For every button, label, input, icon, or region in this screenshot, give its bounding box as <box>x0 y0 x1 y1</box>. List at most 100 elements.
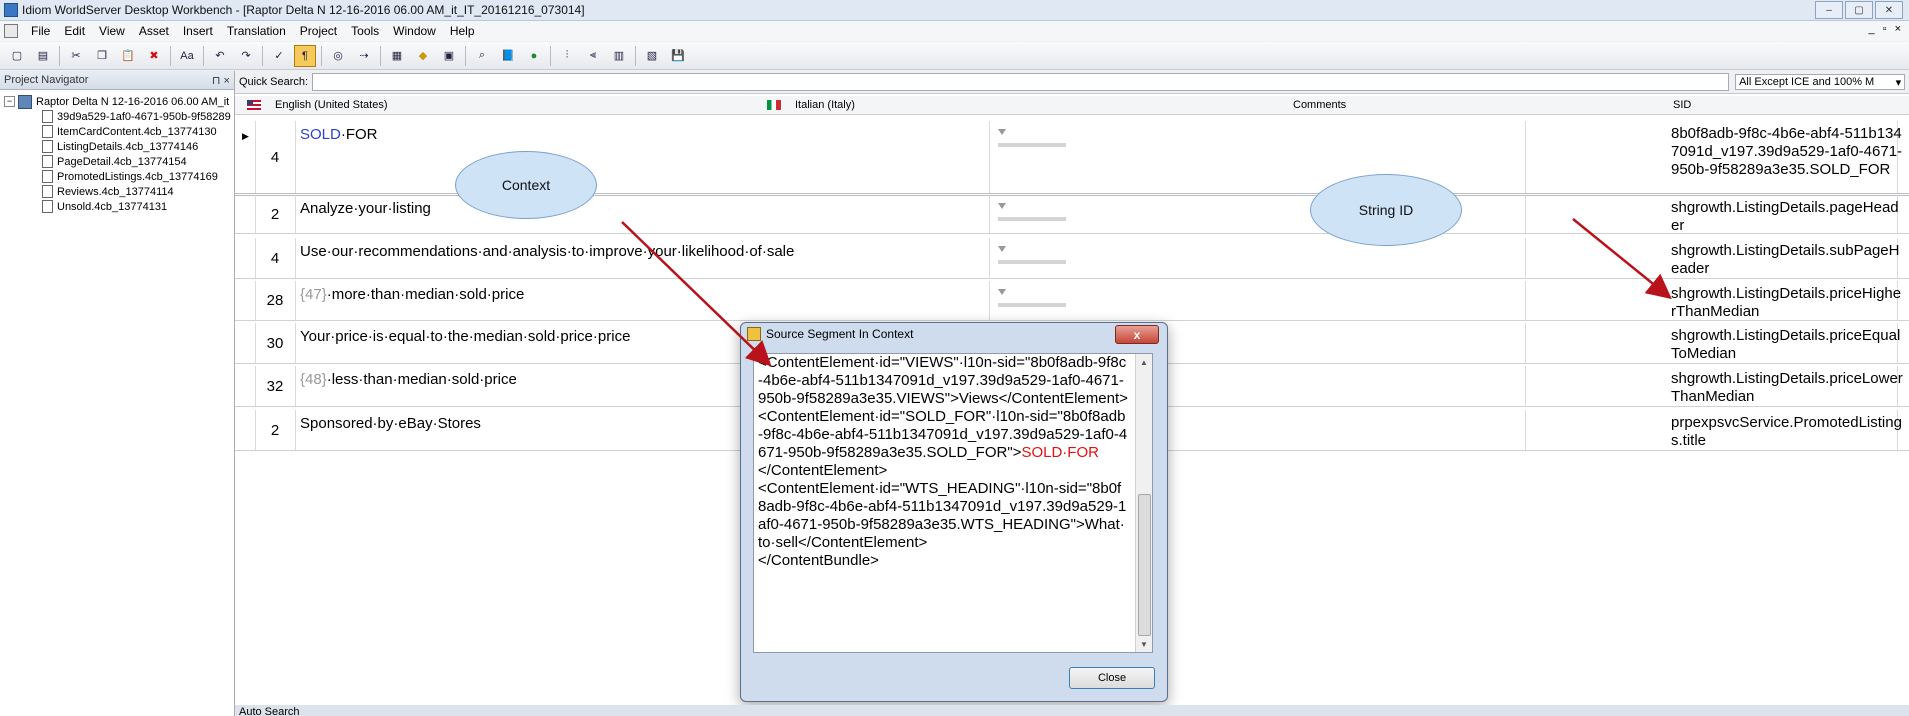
redo-icon[interactable]: ↷ <box>235 45 257 67</box>
export-icon[interactable]: ▥ <box>608 45 630 67</box>
dialog-close-x-button[interactable]: x <box>1115 325 1159 344</box>
file-icon <box>42 110 53 123</box>
new-icon[interactable]: ▢ <box>6 45 28 67</box>
import-icon[interactable]: ▧ <box>641 45 663 67</box>
quick-search-input[interactable] <box>312 73 1730 91</box>
column-sid[interactable]: SID <box>1673 96 1691 114</box>
mdi-close-button[interactable]: × <box>1895 23 1901 35</box>
table-row[interactable]: 28 {47}·more·than·median·sold·price <box>235 281 1909 321</box>
delete-icon[interactable]: ✖ <box>143 45 165 67</box>
lookup-icon[interactable]: ⌕ <box>471 45 493 67</box>
tree-root-node[interactable]: − Raptor Delta N 12-16-2016 06.00 AM_it <box>4 94 234 109</box>
column-target[interactable]: Italian (Italy) <box>767 96 855 114</box>
copy-icon[interactable]: ❐ <box>91 45 113 67</box>
menu-help[interactable]: Help <box>443 24 482 38</box>
word-count-cell: 32 <box>255 366 296 406</box>
document-icon <box>4 24 18 38</box>
split-icon[interactable]: ⫷ <box>582 45 604 67</box>
menu-insert[interactable]: Insert <box>176 24 220 38</box>
row-pointer[interactable] <box>235 238 256 278</box>
row-pointer[interactable] <box>235 195 256 233</box>
tm-icon[interactable]: ▣ <box>438 45 460 67</box>
pilcrow-icon[interactable]: ¶ <box>294 44 316 67</box>
source-cell[interactable]: {47}·more·than·median·sold·price <box>295 281 990 320</box>
target-cell[interactable] <box>990 238 1526 278</box>
menu-edit[interactable]: Edit <box>57 24 92 38</box>
menu-view[interactable]: View <box>92 24 132 38</box>
row-pointer[interactable] <box>235 323 256 363</box>
view-icon[interactable]: ◎ <box>327 45 349 67</box>
row-pointer[interactable]: ▶ <box>235 121 256 193</box>
cut-icon[interactable]: ✂ <box>65 45 87 67</box>
tree-file-item[interactable]: ListingDetails.4cb_13774146 <box>4 139 234 154</box>
source-cell[interactable]: SOLD·FOR <box>295 121 990 193</box>
table-row[interactable]: 4 Use·our·recommendations·and·analysis·t… <box>235 238 1909 279</box>
glossary-icon[interactable]: 📘 <box>497 45 519 67</box>
tree-file-item[interactable]: Reviews.4cb_13774114 <box>4 184 234 199</box>
column-source[interactable]: English (United States) <box>247 96 388 114</box>
spellcheck-icon[interactable]: ✓ <box>268 45 290 67</box>
context-text-area[interactable]: <ContentElement·id="VIEWS"·l10n-sid="8b0… <box>753 353 1153 653</box>
pin-close-icon[interactable]: ⊓ × <box>212 74 230 87</box>
collapse-icon[interactable]: − <box>4 96 15 107</box>
font-icon[interactable]: Aa <box>176 45 198 67</box>
source-context-dialog: Source Segment In Context x <ContentElem… <box>740 322 1168 702</box>
target-cell[interactable] <box>990 281 1526 320</box>
mdi-minimize-button[interactable]: _ <box>1869 23 1875 35</box>
scroll-down-icon[interactable]: ▼ <box>1136 636 1152 652</box>
word-count-cell: 2 <box>255 195 296 233</box>
source-cell[interactable]: Use·our·recommendations·and·analysis·to·… <box>295 238 990 278</box>
menu-file[interactable]: File <box>24 24 57 38</box>
row-pointer[interactable] <box>235 366 256 406</box>
tree-file-label: 39d9a529-1af0-4671-950b-9f58289 <box>57 110 231 123</box>
sid-cell: shgrowth.ListingDetails.priceLowerThanMe… <box>1671 370 1903 405</box>
undo-icon[interactable]: ↶ <box>209 45 231 67</box>
row-pointer[interactable] <box>235 410 256 450</box>
tree-file-item[interactable]: ItemCardContent.4cb_13774130 <box>4 124 234 139</box>
grid-icon[interactable]: ▦ <box>386 45 408 67</box>
source-text: Your·price·is·equal·to·the·median·sold·p… <box>300 328 631 345</box>
paste-icon[interactable]: 📋 <box>117 45 139 67</box>
toolbar-separator <box>321 45 322 66</box>
close-button[interactable]: Close <box>1069 667 1155 689</box>
minimize-button[interactable]: – <box>1815 1 1843 19</box>
scroll-thumb[interactable] <box>1138 494 1151 636</box>
tree-file-item[interactable]: PromotedListings.4cb_13774169 <box>4 169 234 184</box>
scroll-up-icon[interactable]: ▲ <box>1136 354 1152 370</box>
target-cell[interactable] <box>990 121 1526 193</box>
file-icon <box>42 140 53 153</box>
record-icon[interactable]: ● <box>523 45 545 67</box>
source-tag: {47} <box>300 286 327 303</box>
status-icon <box>998 203 1006 209</box>
menu-translation[interactable]: Translation <box>220 24 293 38</box>
source-cell[interactable]: Analyze·your·listing <box>295 195 990 233</box>
context-text-after: </ContentElement> <ContentElement·id="WT… <box>758 462 1127 569</box>
diamond-icon[interactable]: ◆ <box>412 45 434 67</box>
save-icon[interactable]: 💾 <box>667 45 689 67</box>
dialog-scrollbar[interactable]: ▲ ▼ <box>1135 354 1152 652</box>
segment-filter-select[interactable]: All Except ICE and 100% M ▾ <box>1735 74 1906 90</box>
auto-search-label: Auto Search <box>239 706 300 716</box>
sid-cell: shgrowth.ListingDetails.subPageHeader <box>1671 242 1900 277</box>
dialog-app-icon <box>747 327 761 341</box>
column-comments[interactable]: Comments <box>1293 96 1346 114</box>
context-callout-label: Context <box>501 177 551 193</box>
string-id-callout-label: String ID <box>1358 202 1414 218</box>
menu-tools[interactable]: Tools <box>344 24 386 38</box>
app-icon <box>4 3 18 17</box>
menu-bar: File Edit View Asset Insert Translation … <box>0 21 1909 41</box>
merge-icon[interactable]: ⫶ <box>556 45 578 67</box>
menu-window[interactable]: Window <box>386 24 443 38</box>
open-icon[interactable]: ▤ <box>32 45 54 67</box>
tree-file-item[interactable]: 39d9a529-1af0-4671-950b-9f58289 <box>4 109 234 124</box>
close-window-button[interactable]: ✕ <box>1875 1 1903 19</box>
tree-file-item[interactable]: PageDetail.4cb_13774154 <box>4 154 234 169</box>
tree-file-item[interactable]: Unsold.4cb_13774131 <box>4 199 234 214</box>
maximize-button[interactable]: ▢ <box>1845 1 1873 19</box>
context-callout: Context <box>455 151 597 219</box>
menu-project[interactable]: Project <box>293 24 344 38</box>
menu-asset[interactable]: Asset <box>132 24 176 38</box>
mdi-restore-button[interactable]: ▫ <box>1883 23 1887 35</box>
row-pointer[interactable] <box>235 281 256 320</box>
next-icon[interactable]: ⇢ <box>353 45 375 67</box>
